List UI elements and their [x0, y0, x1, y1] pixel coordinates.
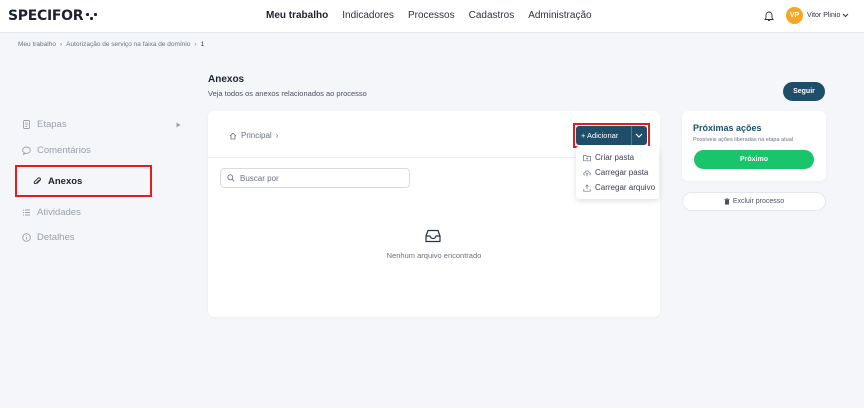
menu-item-criar-pasta[interactable]: Criar pasta — [576, 150, 659, 165]
sidebar-item-label: Atividades — [37, 207, 81, 218]
caret-right-icon[interactable] — [176, 122, 181, 128]
document-icon — [23, 120, 30, 129]
main-nav: Meu trabalho Indicadores Processos Cadas… — [266, 10, 592, 21]
trash-icon — [724, 198, 730, 205]
home-icon — [229, 132, 237, 139]
sidebar-item-label: Etapas — [37, 119, 67, 130]
nav-item-indicadores[interactable]: Indicadores — [342, 10, 394, 21]
avatar[interactable]: VP — [786, 7, 803, 24]
logo[interactable]: SPECIFOR — [8, 8, 98, 24]
user-menu[interactable]: Vitor Plinio — [807, 12, 849, 19]
breadcrumb: Meu trabalho › Autorização de serviço na… — [18, 41, 204, 48]
next-actions-card — [682, 111, 826, 181]
sidebar-item-detalhes[interactable]: Detalhes — [22, 232, 75, 243]
logo-text: SPECIFOR — [8, 8, 84, 24]
inbox-icon — [425, 229, 441, 243]
chevron-down-icon — [842, 13, 849, 18]
search-input[interactable] — [240, 173, 400, 183]
next-button[interactable]: Próximo — [694, 150, 814, 169]
page-subtitle: Veja todos os anexos relacionados ao pro… — [208, 89, 367, 98]
highlight-box-add — [573, 123, 650, 148]
sidebar-item-atividades[interactable]: Atividades — [22, 207, 81, 218]
menu-item-label: Criar pasta — [595, 153, 635, 162]
upload-icon — [583, 184, 591, 192]
breadcrumb-item-current: 1 — [200, 41, 205, 48]
delete-process-label: Excluir processo — [732, 198, 785, 205]
search-field[interactable] — [220, 168, 410, 188]
nav-item-processos[interactable]: Processos — [408, 10, 455, 21]
chat-icon — [22, 146, 31, 155]
nav-item-administracao[interactable]: Administração — [528, 10, 591, 21]
sidebar-item-label: Comentários — [37, 145, 91, 156]
breadcrumb-item-autorizacao[interactable]: Autorização de serviço na faixa de domín… — [66, 41, 190, 48]
nav-item-meu-trabalho[interactable]: Meu trabalho — [266, 10, 328, 21]
breadcrumb-separator-icon: › — [194, 41, 197, 48]
next-actions-subtitle: Possíveis ações liberadas na etapa atual — [693, 137, 793, 143]
folder-plus-icon — [583, 154, 591, 161]
folder-path-root[interactable]: Principal — [241, 131, 272, 140]
follow-button[interactable]: Seguir — [783, 82, 825, 101]
user-name: Vitor Plinio — [807, 12, 841, 19]
search-icon — [227, 174, 235, 182]
top-bar: SPECIFOR Meu trabalho Indicadores Proces… — [0, 0, 864, 33]
nav-item-cadastros[interactable]: Cadastros — [469, 10, 515, 21]
delete-process-button[interactable]: Excluir processo — [682, 192, 826, 211]
info-icon — [22, 233, 31, 242]
logo-mark-icon — [86, 12, 98, 20]
add-dropdown-menu: Criar pasta Carregar pasta Carregar arqu… — [576, 146, 659, 199]
menu-item-label: Carregar arquivo — [595, 183, 656, 192]
page-title: Anexos — [208, 74, 245, 85]
folder-path: Principal › — [229, 131, 278, 140]
next-actions-title: Próximas ações — [693, 123, 762, 133]
bell-icon[interactable] — [764, 11, 774, 22]
sidebar-item-label: Detalhes — [37, 232, 75, 243]
breadcrumb-separator-icon: › — [59, 41, 63, 48]
sidebar-item-comentarios[interactable]: Comentários — [22, 145, 91, 156]
breadcrumb-item-meu-trabalho[interactable]: Meu trabalho — [18, 41, 56, 48]
menu-item-carregar-pasta[interactable]: Carregar pasta — [576, 165, 659, 180]
menu-item-label: Carregar pasta — [595, 168, 649, 177]
menu-item-carregar-arquivo[interactable]: Carregar arquivo — [576, 180, 659, 195]
list-icon — [23, 209, 30, 216]
cloud-upload-icon — [583, 169, 591, 176]
highlight-box-anexos — [15, 165, 152, 197]
empty-state-text: Nenhum arquivo encontrado — [386, 251, 482, 260]
sidebar-item-etapas[interactable]: Etapas — [22, 119, 67, 130]
chevron-right-icon: › — [275, 131, 279, 140]
